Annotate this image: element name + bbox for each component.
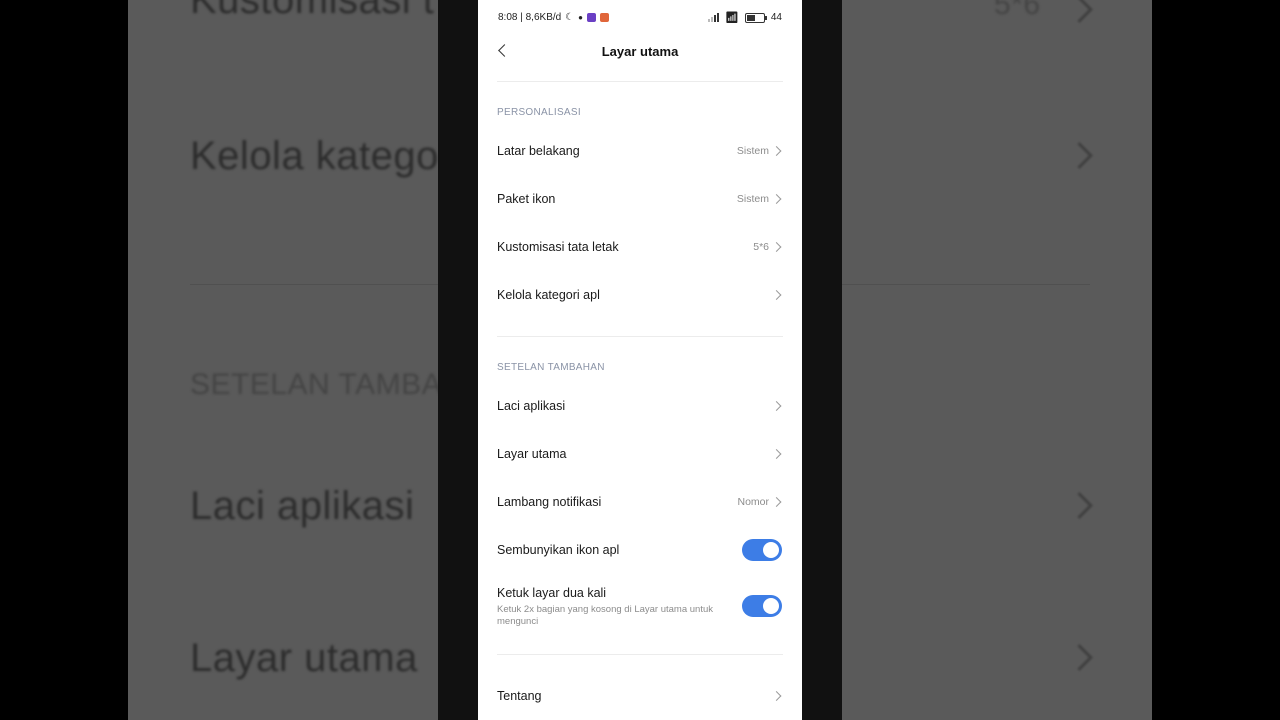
setting-label: Kustomisasi tata letak <box>497 240 619 254</box>
setting-row-kelola-kategori[interactable]: Kelola kategori apl <box>478 273 802 317</box>
setting-label: Lambang notifikasi <box>497 495 602 509</box>
setting-label: Laci aplikasi <box>497 399 566 413</box>
chevron-right-icon <box>771 449 782 459</box>
double-tap-lock-toggle[interactable] <box>742 595 782 617</box>
chevron-right-icon <box>771 146 782 156</box>
setting-value: Nomor <box>737 496 769 508</box>
bg-text-laci: Laci aplikasi <box>190 484 415 528</box>
status-time-speed: 8:08 | 8,6KB/d <box>498 12 562 23</box>
notification-dot-icon: ● <box>578 13 584 22</box>
setting-row-layar-utama[interactable]: Layar utama <box>478 432 802 476</box>
app-notification-icon <box>587 13 597 22</box>
bg-chevron-icon <box>1066 142 1093 169</box>
chevron-right-icon <box>771 691 782 701</box>
bg-text-layar: Layar utama <box>190 636 418 680</box>
setting-label: Kelola kategori apl <box>497 288 600 302</box>
setting-description: Ketuk 2x bagian yang kosong di Layar uta… <box>497 604 714 627</box>
bg-chevron-icon <box>1066 0 1093 23</box>
page-title: Layar utama <box>601 44 679 59</box>
setting-value: Sistem <box>736 193 769 205</box>
chevron-right-icon <box>771 290 782 300</box>
setting-row-kustomisasi-tata-letak[interactable]: Kustomisasi tata letak 5*6 <box>478 225 802 269</box>
setting-row-lambang-notifikasi[interactable]: Lambang notifikasi Nomor <box>478 480 802 524</box>
header-divider <box>497 81 783 82</box>
chevron-right-icon <box>771 401 782 411</box>
setting-row-latar-belakang[interactable]: Latar belakang Sistem <box>478 129 802 173</box>
signal-icon <box>707 13 719 22</box>
section-divider <box>497 336 783 337</box>
battery-icon <box>744 12 767 23</box>
toggle-knob <box>763 598 779 614</box>
bg-text-setelan: SETELAN TAMBA <box>190 368 443 401</box>
setting-label: Latar belakang <box>497 144 580 158</box>
section-title-setelan-tambahan: SETELAN TAMBAHAN <box>497 362 605 373</box>
toggle-knob <box>763 542 779 558</box>
header: Layar utama <box>478 34 802 82</box>
setting-label: Layar utama <box>497 447 567 461</box>
bg-chevron-icon <box>1066 492 1093 519</box>
setting-value: 5*6 <box>753 241 769 253</box>
setting-label: Ketuk layar dua kali <box>497 586 607 600</box>
moon-icon: ☾ <box>565 12 575 23</box>
setting-label: Tentang <box>497 689 542 703</box>
setting-row-paket-ikon[interactable]: Paket ikon Sistem <box>478 177 802 221</box>
setting-row-sembunyikan-ikon: Sembunyikan ikon apl <box>478 528 802 572</box>
phone-screen: 8:08 | 8,6KB/d ☾ ● 📶︎ 44 Layar utama PER… <box>478 0 802 720</box>
setting-row-laci-aplikasi[interactable]: Laci aplikasi <box>478 384 802 428</box>
setting-label: Paket ikon <box>497 192 556 206</box>
status-right: 📶︎ 44 <box>707 11 782 24</box>
section-title-personalisasi: PERSONALISASI <box>497 107 581 118</box>
hide-icons-toggle[interactable] <box>742 539 782 561</box>
chevron-right-icon <box>771 497 782 507</box>
status-bar: 8:08 | 8,6KB/d ☾ ● 📶︎ 44 <box>478 0 802 34</box>
section-divider <box>497 654 783 655</box>
setting-label: Sembunyikan ikon apl <box>497 543 620 557</box>
setting-value: Sistem <box>736 145 769 157</box>
bg-chevron-icon <box>1066 644 1093 671</box>
left-dark-strip <box>438 0 478 720</box>
battery-percent: 44 <box>770 12 782 23</box>
bg-text-layout-value: 5*6 <box>994 0 1041 21</box>
chevron-right-icon <box>771 242 782 252</box>
chevron-right-icon <box>771 194 782 204</box>
setting-row-tentang[interactable]: Tentang <box>478 674 802 718</box>
bg-text-kelola: Kelola katego <box>190 134 439 178</box>
status-left: 8:08 | 8,6KB/d ☾ ● <box>498 12 610 23</box>
bg-text-kustomisasi: Kustomisasi t <box>190 0 435 22</box>
setting-row-ketuk-layar: Ketuk layar dua kali Ketuk 2x bagian yan… <box>478 580 802 632</box>
right-dark-strip <box>802 0 842 720</box>
video-notification-icon <box>600 13 610 22</box>
wifi-icon: 📶︎ <box>724 12 739 24</box>
